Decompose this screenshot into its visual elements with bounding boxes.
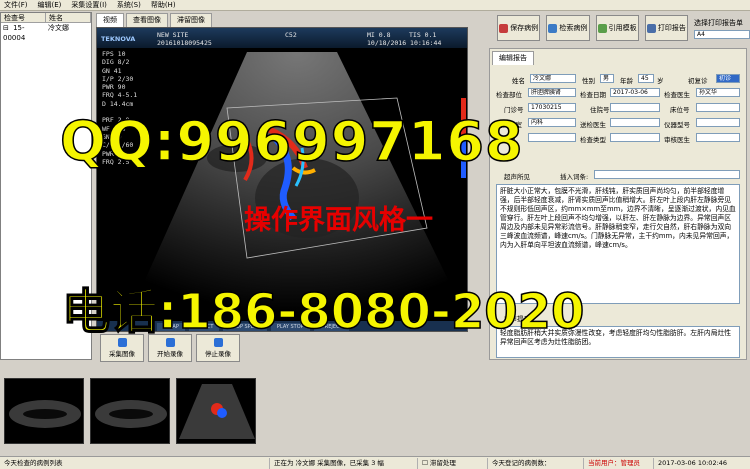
age-unit: 岁 <box>657 77 664 85</box>
patient-name: 冷文娜 <box>48 24 69 32</box>
print-report-button[interactable]: 打印报告 <box>644 15 688 41</box>
view-tabs: 视频 查看图像 滞留图像 <box>96 13 212 27</box>
reviewer-select[interactable] <box>696 133 740 142</box>
visit-label: 初复诊 <box>688 77 708 85</box>
tab-video[interactable]: 视频 <box>96 13 124 27</box>
thumbnail-3-image <box>179 384 255 439</box>
menu-bar: 文件(F) 编辑(E) 采集设置(I) 系统(S) 帮助(H) <box>0 0 750 11</box>
thumbnail-3[interactable] <box>176 378 256 444</box>
menu-help[interactable]: 帮助(H) <box>151 0 176 10</box>
user-name: 管理员 <box>620 458 641 467</box>
part-select[interactable]: 肝胆脾胰肾 <box>528 88 576 97</box>
patient-list-header: 检查号 姓名 <box>1 13 91 23</box>
use-template-button[interactable]: 引用模板 <box>595 15 639 41</box>
name-label: 姓名 <box>512 77 525 85</box>
menu-system[interactable]: 系统(S) <box>117 0 141 10</box>
status-bar: 今天检查的病例列表 正在为 冷文娜 采集图像，已采集 3 幅 ☐ 滞留处理 今天… <box>0 456 750 469</box>
print-report-label: 打印报告 <box>657 24 686 32</box>
dept-select[interactable]: 内科 <box>528 118 576 127</box>
style-watermark: 操作界面风格一 <box>244 205 433 236</box>
sex-label: 性别 <box>582 77 595 85</box>
start-record-label: 开始录像 <box>157 350 183 358</box>
fee-input[interactable] <box>528 133 576 142</box>
status-retain[interactable]: ☐ 滞留处理 <box>418 457 488 469</box>
printer-icon <box>646 23 656 33</box>
tab-edit-report[interactable]: 编辑报告 <box>492 51 534 65</box>
insert-term-label: 插入词条: <box>560 173 589 181</box>
visit-select[interactable]: 初诊 <box>716 74 740 83</box>
phone-watermark: 电话:186-8080-2020 <box>61 283 585 341</box>
qq-watermark: QQ:996997168 <box>59 109 524 174</box>
name-input[interactable]: 冷文娜 <box>530 74 576 83</box>
status-capturing: 正在为 冷文娜 采集图像，已采集 3 幅 <box>270 457 418 469</box>
reviewer-label: 审核医生 <box>664 136 690 144</box>
thumbnail-2[interactable] <box>90 378 170 444</box>
patient-row[interactable]: ⊟ 15-00004 冷文娜 <box>1 23 91 42</box>
patient-id: 15-00004 <box>3 24 26 42</box>
menu-capture-settings[interactable]: 采集设置(I) <box>71 0 107 10</box>
patient-exam-no: ⊟ 15-00004 <box>3 24 26 42</box>
device-label: 仪器型号 <box>664 121 690 129</box>
status-today-cases: 今天检查的病例列表 <box>0 457 270 469</box>
retain-label: 滞留处理 <box>429 458 456 467</box>
bed-no-input[interactable] <box>696 103 740 112</box>
status-registered: 今天登记的病例数： <box>488 457 584 469</box>
stop-record-label: 停止录像 <box>205 350 231 358</box>
col-name[interactable]: 姓名 <box>46 13 91 22</box>
date-label: 检查日期 <box>580 91 606 99</box>
menu-edit[interactable]: 编辑(E) <box>38 0 62 10</box>
use-template-label: 引用模板 <box>608 24 637 32</box>
doctor-select[interactable]: 孙文华 <box>696 88 740 97</box>
print-template-group: 选择打印报告单 A4 <box>694 18 750 39</box>
device-select[interactable] <box>696 118 740 127</box>
search-case-button[interactable]: 检索病例 <box>546 15 590 41</box>
sex-select[interactable]: 男 <box>600 74 614 83</box>
insert-term-select[interactable] <box>594 170 740 179</box>
bed-no-label: 床位号 <box>670 106 690 114</box>
part-label: 检查部位 <box>496 91 522 99</box>
date-input[interactable]: 2017-03-06 <box>610 88 660 97</box>
report-toolbar: 保存病例 检索病例 引用模板 打印报告 选择打印报告单 A4 <box>493 12 750 44</box>
type-select[interactable] <box>610 133 660 142</box>
type-label: 检查类型 <box>580 136 606 144</box>
age-label: 年龄 <box>620 77 633 85</box>
search-case-label: 检索病例 <box>559 24 588 32</box>
save-icon <box>499 23 509 33</box>
age-input[interactable]: 45 <box>638 74 654 83</box>
status-user: 当前用户：管理员 <box>584 457 654 469</box>
inpatient-no-input[interactable] <box>610 103 660 112</box>
search-icon <box>548 23 558 33</box>
user-label: 当前用户： <box>588 458 621 467</box>
print-template-label: 选择打印报告单 <box>694 18 743 27</box>
send-doctor-label: 送检医生 <box>580 121 606 129</box>
status-time: 2017-03-06 10:02:46 <box>658 458 728 467</box>
template-icon <box>597 23 607 33</box>
menu-file[interactable]: 文件(F) <box>4 0 28 10</box>
send-doctor-select[interactable] <box>610 118 660 127</box>
thumbnail-1[interactable] <box>4 378 84 444</box>
thumbnail-1-image <box>9 400 81 428</box>
capture-image-label: 采集图像 <box>109 350 135 358</box>
outpatient-no-input[interactable]: 17030215 <box>528 103 576 112</box>
tab-view-images[interactable]: 查看图像 <box>126 13 168 27</box>
save-case-label: 保存病例 <box>510 24 539 32</box>
doctor-label: 检查医生 <box>664 91 690 99</box>
save-case-button[interactable]: 保存病例 <box>497 15 541 41</box>
thumbnail-2-image <box>95 400 167 428</box>
tab-retained-images[interactable]: 滞留图像 <box>170 13 212 27</box>
paper-size-select[interactable]: A4 <box>694 29 750 39</box>
thumbnail-strip <box>0 370 750 456</box>
inpatient-no-label: 住院号 <box>590 106 610 114</box>
col-exam-no[interactable]: 检查号 <box>1 13 46 22</box>
